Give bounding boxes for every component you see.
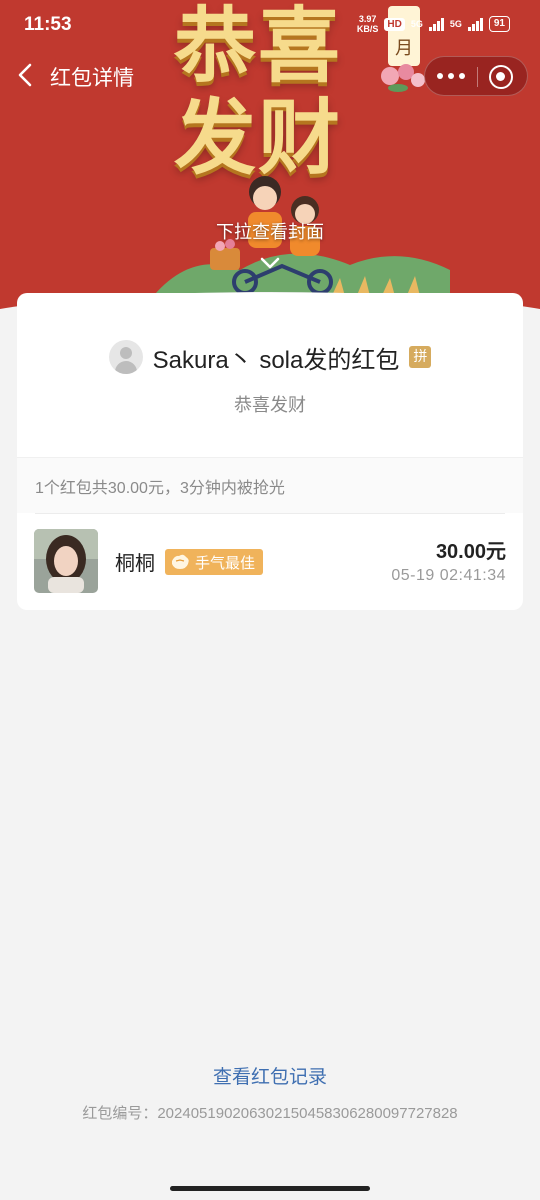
group-packet-badge: 拼 — [409, 346, 432, 368]
view-records-link[interactable]: 查看红包记录 — [0, 1062, 540, 1089]
net-speed-unit: KB/S — [356, 24, 379, 34]
signal-icon — [428, 17, 444, 31]
net-speed: 3.97 KB/S — [357, 14, 379, 34]
sender-name: Sakura丶 sola发的红包 — [152, 346, 400, 374]
thumbs-up-icon — [172, 554, 189, 569]
net-speed-value: 3.97 — [358, 14, 377, 24]
chevron-down-icon[interactable] — [259, 256, 281, 270]
receiver-name: 桐桐 — [115, 551, 155, 575]
blessing-text: 恭喜发财 — [234, 395, 306, 416]
sender-avatar[interactable] — [108, 340, 143, 374]
divider — [35, 513, 505, 514]
list-item[interactable]: 桐桐 手气最佳 30.00元 05-19 02:41:34 — [17, 519, 523, 599]
hd-icon: HD — [384, 17, 405, 31]
best-luck-badge: 手气最佳 — [165, 549, 264, 575]
status-icons: 3.97 KB/S HD 5G 5G 91 — [357, 14, 510, 34]
receiver-avatar[interactable] — [34, 529, 98, 593]
mini-program-capsule — [424, 56, 528, 96]
packet-serial-number: 红包编号：20240519020630215045830628009772782… — [82, 1105, 458, 1122]
more-button[interactable] — [425, 57, 477, 95]
page-title: 红包详情 — [50, 66, 134, 90]
capsule-divider — [477, 67, 478, 87]
home-indicator[interactable] — [170, 1186, 370, 1191]
received-amount: 30.00元 — [435, 541, 506, 563]
signal-icon-2 — [467, 17, 483, 31]
best-luck-label: 手气最佳 — [195, 553, 256, 572]
received-time: 05-19 02:41:34 — [391, 567, 506, 584]
network-type-2: 5G — [449, 19, 462, 29]
sender-row: Sakura丶 sola发的红包 拼 — [17, 339, 523, 375]
network-type-1: 5G — [410, 19, 423, 29]
red-packet-card: Sakura丶 sola发的红包 拼 恭喜发财 1个红包共30.00元，3分钟内… — [17, 293, 523, 610]
pull-down-hint[interactable]: 下拉查看封面 — [0, 218, 540, 244]
status-bar: 11:53 3.97 KB/S HD 5G 5G 91 — [0, 0, 540, 50]
back-icon[interactable] — [12, 58, 40, 92]
status-time: 11:53 — [24, 14, 72, 35]
battery-icon: 91 — [488, 16, 510, 32]
close-mini-program-icon[interactable] — [489, 65, 513, 89]
packet-summary: 1个红包共30.00元，3分钟内被抢光 — [17, 457, 523, 513]
summary-text: 1个红包共30.00元，3分钟内被抢光 — [35, 480, 285, 497]
nav-bar: 红包详情 — [0, 52, 540, 98]
